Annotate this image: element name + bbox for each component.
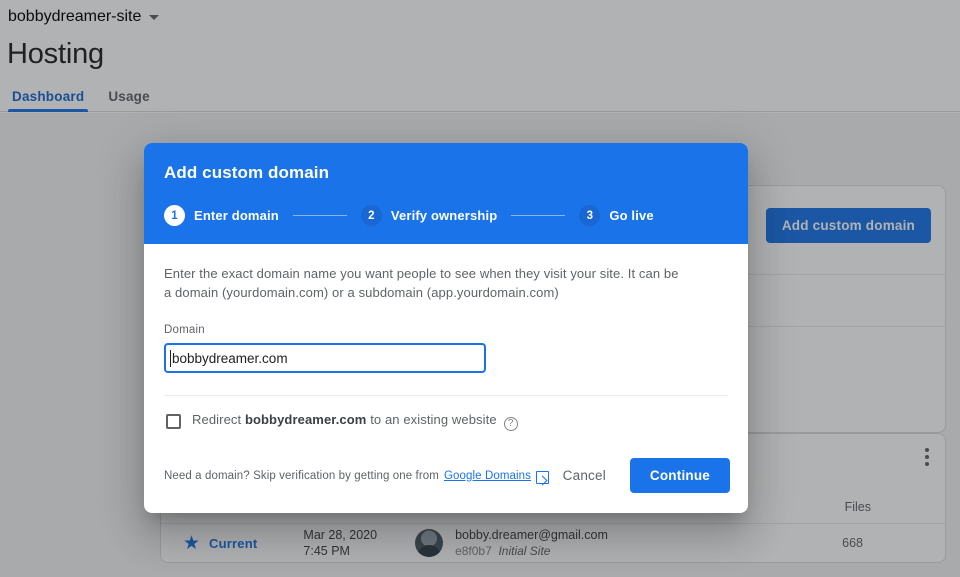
dialog-body: Enter the exact domain name you want peo… (144, 244, 748, 431)
step-connector-2 (511, 215, 566, 216)
stepper: 1 Enter domain 2 Verify ownership 3 Go l… (164, 205, 728, 226)
redirect-option-row: Redirect bobbydreamer.com to an existing… (164, 396, 728, 431)
text-caret (170, 349, 171, 367)
step-1-label: Enter domain (194, 208, 279, 223)
redirect-domain: bobbydreamer.com (244, 412, 367, 427)
step-2-number: 2 (360, 205, 382, 226)
external-link-icon[interactable] (536, 470, 550, 484)
cancel-button[interactable]: Cancel (549, 459, 620, 492)
footer-note: Need a domain? Skip verification by gett… (164, 469, 550, 484)
step-3-label: Go live (609, 208, 654, 223)
step-connector-1 (292, 215, 347, 216)
step-2-label: Verify ownership (390, 208, 498, 223)
step-verify-ownership: 2 Verify ownership (360, 205, 498, 226)
redirect-prefix: Redirect (192, 412, 242, 427)
add-custom-domain-dialog: Add custom domain 1 Enter domain 2 Verif… (144, 143, 748, 513)
step-enter-domain[interactable]: 1 Enter domain (164, 205, 279, 226)
dialog-title: Add custom domain (164, 163, 330, 182)
footer-note-text: Need a domain? Skip verification by gett… (164, 469, 439, 482)
continue-button[interactable]: Continue (629, 458, 730, 493)
dialog-header: Add custom domain 1 Enter domain 2 Verif… (144, 143, 748, 244)
step-go-live: 3 Go live (579, 205, 654, 226)
domain-field-label: Domain (164, 324, 205, 336)
redirect-label: Redirect bobbydreamer.com to an existing… (192, 412, 518, 431)
dialog-description: Enter the exact domain name you want peo… (164, 266, 679, 300)
redirect-suffix: to an existing website (370, 412, 497, 427)
domain-input[interactable] (172, 350, 484, 366)
domain-input-container[interactable] (164, 343, 486, 373)
dialog-footer: Need a domain? Skip verification by gett… (144, 431, 748, 513)
step-1-number: 1 (164, 205, 185, 226)
redirect-checkbox[interactable] (166, 414, 181, 429)
help-circle-icon[interactable]: ? (503, 417, 518, 431)
step-3-number: 3 (579, 205, 601, 226)
google-domains-link[interactable]: Google Domains (444, 470, 531, 482)
